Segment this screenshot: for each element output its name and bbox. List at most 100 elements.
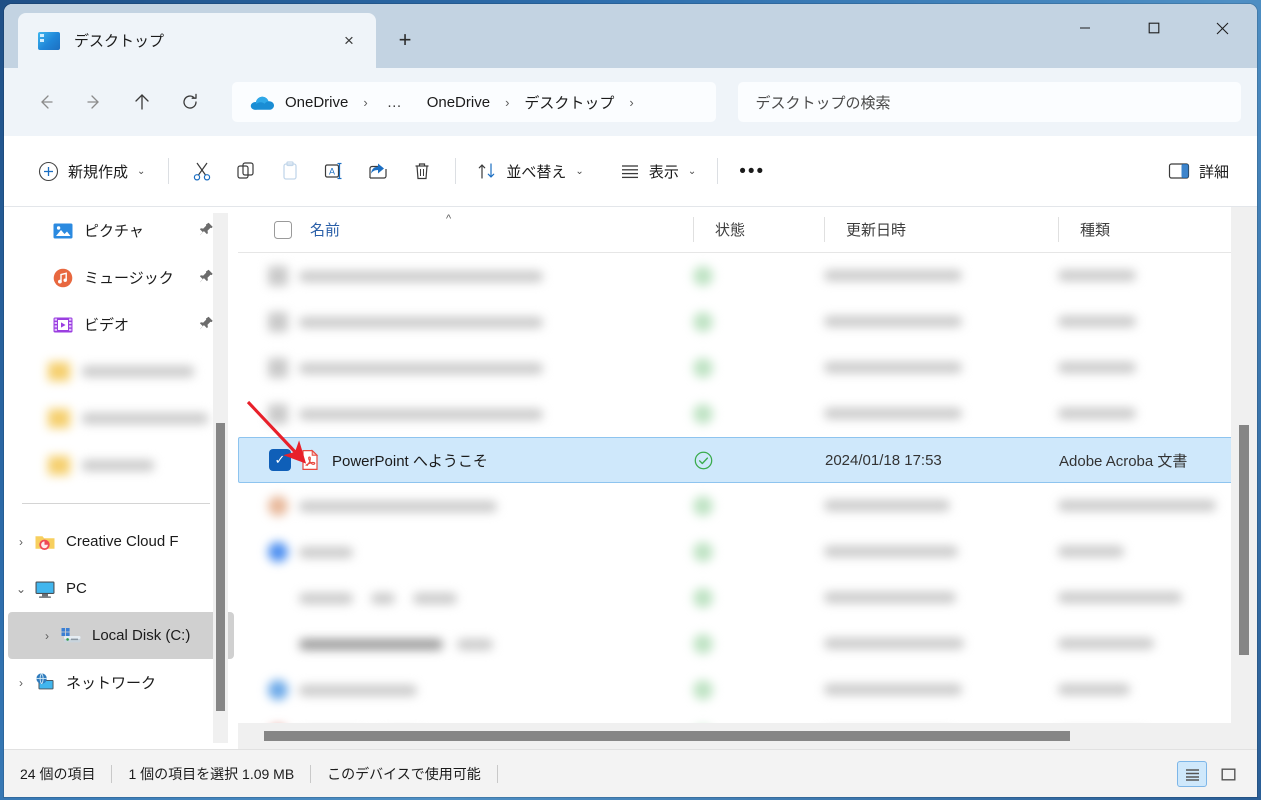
column-header-modified[interactable]: 更新日時 bbox=[824, 207, 1058, 252]
command-bar: 新規作成 ⌄ A 並べ替え ⌄ 表示 ⌄ ••• 詳細 bbox=[4, 136, 1257, 207]
search-input[interactable]: デスクトップの検索 bbox=[737, 82, 1241, 122]
select-all-checkbox[interactable] bbox=[274, 220, 292, 239]
column-header-type[interactable]: 種類 bbox=[1058, 207, 1238, 252]
copy-button[interactable] bbox=[224, 150, 268, 192]
table-row[interactable] bbox=[238, 345, 1257, 391]
close-icon[interactable] bbox=[1188, 4, 1257, 52]
new-tab-button[interactable]: + bbox=[388, 23, 422, 57]
sidebar-item-network[interactable]: › ネットワーク bbox=[8, 659, 234, 706]
refresh-button[interactable] bbox=[170, 82, 210, 122]
cut-button[interactable] bbox=[180, 150, 224, 192]
pin-icon[interactable] bbox=[199, 268, 214, 287]
sidebar-item-redacted[interactable] bbox=[4, 395, 238, 442]
table-row-selected[interactable]: ✓ PowerPoint へようこそ 2024/01/18 17:53 Adob… bbox=[238, 437, 1257, 483]
table-row[interactable] bbox=[238, 253, 1257, 299]
sync-status bbox=[693, 266, 713, 286]
rename-icon: A bbox=[325, 162, 342, 180]
local-disk-icon bbox=[60, 625, 82, 647]
file-name: PowerPoint へようこそ bbox=[332, 452, 488, 470]
breadcrumb-item-2[interactable]: OneDrive bbox=[425, 94, 492, 111]
table-row[interactable] bbox=[238, 299, 1257, 345]
toolbar-divider bbox=[717, 158, 719, 184]
column-header-name[interactable]: 名前 ^ bbox=[238, 207, 693, 252]
sidebar-item-local-disk-c[interactable]: › Local Disk (C:) bbox=[8, 612, 234, 659]
rename-button[interactable]: A bbox=[312, 150, 356, 192]
sidebar-item-music[interactable]: ミュージック bbox=[8, 254, 234, 301]
table-row[interactable] bbox=[238, 621, 1257, 667]
pin-icon[interactable] bbox=[199, 221, 214, 240]
forward-button[interactable] bbox=[74, 82, 114, 122]
delete-button[interactable] bbox=[400, 150, 444, 192]
sidebar-item-creative-cloud[interactable]: › Creative Cloud F bbox=[8, 518, 234, 565]
view-list-icon bbox=[621, 165, 638, 179]
table-row[interactable] bbox=[238, 391, 1257, 437]
up-button[interactable] bbox=[122, 82, 162, 122]
breadcrumb-item-3[interactable]: デスクトップ bbox=[522, 92, 616, 113]
window-controls bbox=[1050, 4, 1257, 52]
cut-icon bbox=[194, 162, 211, 181]
close-icon[interactable]: × bbox=[332, 24, 366, 58]
sidebar-item-label bbox=[82, 413, 208, 424]
chevron-right-icon[interactable]: › bbox=[8, 676, 34, 690]
chevron-right-icon[interactable]: › bbox=[34, 629, 60, 643]
details-pane-button[interactable]: 詳細 bbox=[1158, 150, 1239, 192]
file-modified: 2024/01/18 17:53 bbox=[825, 451, 942, 469]
sort-icon bbox=[479, 163, 495, 179]
chevron-right-icon[interactable]: › bbox=[616, 95, 646, 110]
share-button[interactable] bbox=[356, 150, 400, 192]
column-header-state[interactable]: 状態 bbox=[693, 207, 824, 252]
row-checkbox[interactable]: ✓ bbox=[269, 449, 291, 471]
breadcrumb-overflow[interactable]: … bbox=[381, 94, 409, 111]
sidebar-item-pc[interactable]: ⌄ PC bbox=[8, 565, 234, 612]
share-icon bbox=[369, 163, 388, 179]
more-options-button[interactable]: ••• bbox=[729, 150, 775, 192]
sidebar-item-label: PC bbox=[66, 580, 87, 597]
navigation-pane[interactable]: ピクチャ ミュージック ビデオ › Creative Cloud F ⌄ PC … bbox=[4, 207, 238, 749]
chevron-right-icon[interactable]: › bbox=[8, 535, 34, 549]
explorer-window: デスクトップ × + OneDrive › … OneDrive › デスクトッ… bbox=[4, 4, 1257, 797]
file-list-hscrollbar-track[interactable] bbox=[238, 723, 1257, 749]
table-row[interactable] bbox=[238, 667, 1257, 713]
table-row[interactable] bbox=[238, 483, 1257, 529]
minimize-icon[interactable] bbox=[1050, 4, 1119, 52]
sort-ascending-icon: ^ bbox=[446, 213, 452, 225]
new-button[interactable]: 新規作成 ⌄ bbox=[26, 150, 157, 192]
breadcrumb[interactable]: OneDrive › … OneDrive › デスクトップ › bbox=[232, 82, 716, 122]
sidebar-item-label bbox=[82, 366, 194, 377]
view-button[interactable]: 表示 ⌄ bbox=[610, 150, 706, 192]
content-area: ピクチャ ミュージック ビデオ › Creative Cloud F ⌄ PC … bbox=[4, 207, 1257, 749]
table-row[interactable] bbox=[238, 575, 1257, 621]
sidebar-item-pictures[interactable]: ピクチャ bbox=[8, 207, 234, 254]
sidebar-item-videos[interactable]: ビデオ bbox=[8, 301, 234, 348]
sidebar-item-label: ピクチャ bbox=[84, 223, 144, 240]
search-placeholder: デスクトップの検索 bbox=[755, 94, 891, 112]
sync-status bbox=[693, 404, 713, 424]
sort-button[interactable]: 並べ替え ⌄ bbox=[467, 150, 593, 192]
large-icons-view-button[interactable] bbox=[1213, 761, 1243, 787]
details-view-button[interactable] bbox=[1177, 761, 1207, 787]
paste-button[interactable] bbox=[268, 150, 312, 192]
back-button[interactable] bbox=[26, 82, 66, 122]
file-icon bbox=[268, 312, 288, 332]
breadcrumb-item-0[interactable]: OneDrive bbox=[283, 94, 350, 111]
tab-desktop[interactable]: デスクトップ × bbox=[18, 13, 376, 68]
file-modified bbox=[824, 360, 962, 377]
file-list-pane[interactable]: 名前 ^ 状態 更新日時 種類 ✓ PowerPoint へようこそ 2024/… bbox=[238, 207, 1257, 749]
file-type bbox=[1058, 498, 1216, 515]
column-header-label: 種類 bbox=[1080, 222, 1111, 239]
svg-text:A: A bbox=[329, 167, 335, 177]
file-type bbox=[1058, 360, 1136, 377]
sidebar-scrollbar-thumb[interactable] bbox=[216, 423, 225, 711]
status-bar: 24 個の項目 1 個の項目を選択 1.09 MB このデバイスで使用可能 bbox=[4, 749, 1257, 797]
sidebar-item-redacted[interactable] bbox=[4, 348, 238, 395]
pc-icon bbox=[34, 578, 56, 600]
column-header-label: 更新日時 bbox=[846, 222, 907, 239]
file-list-hscrollbar-thumb[interactable] bbox=[264, 731, 1070, 741]
maximize-icon[interactable] bbox=[1119, 4, 1188, 52]
file-list-vscrollbar-thumb[interactable] bbox=[1239, 425, 1249, 655]
sidebar-item-label: ネットワーク bbox=[66, 675, 157, 692]
chevron-down-icon[interactable]: ⌄ bbox=[8, 582, 34, 596]
sidebar-item-redacted[interactable] bbox=[4, 442, 238, 489]
pin-icon[interactable] bbox=[199, 315, 214, 334]
table-row[interactable] bbox=[238, 529, 1257, 575]
